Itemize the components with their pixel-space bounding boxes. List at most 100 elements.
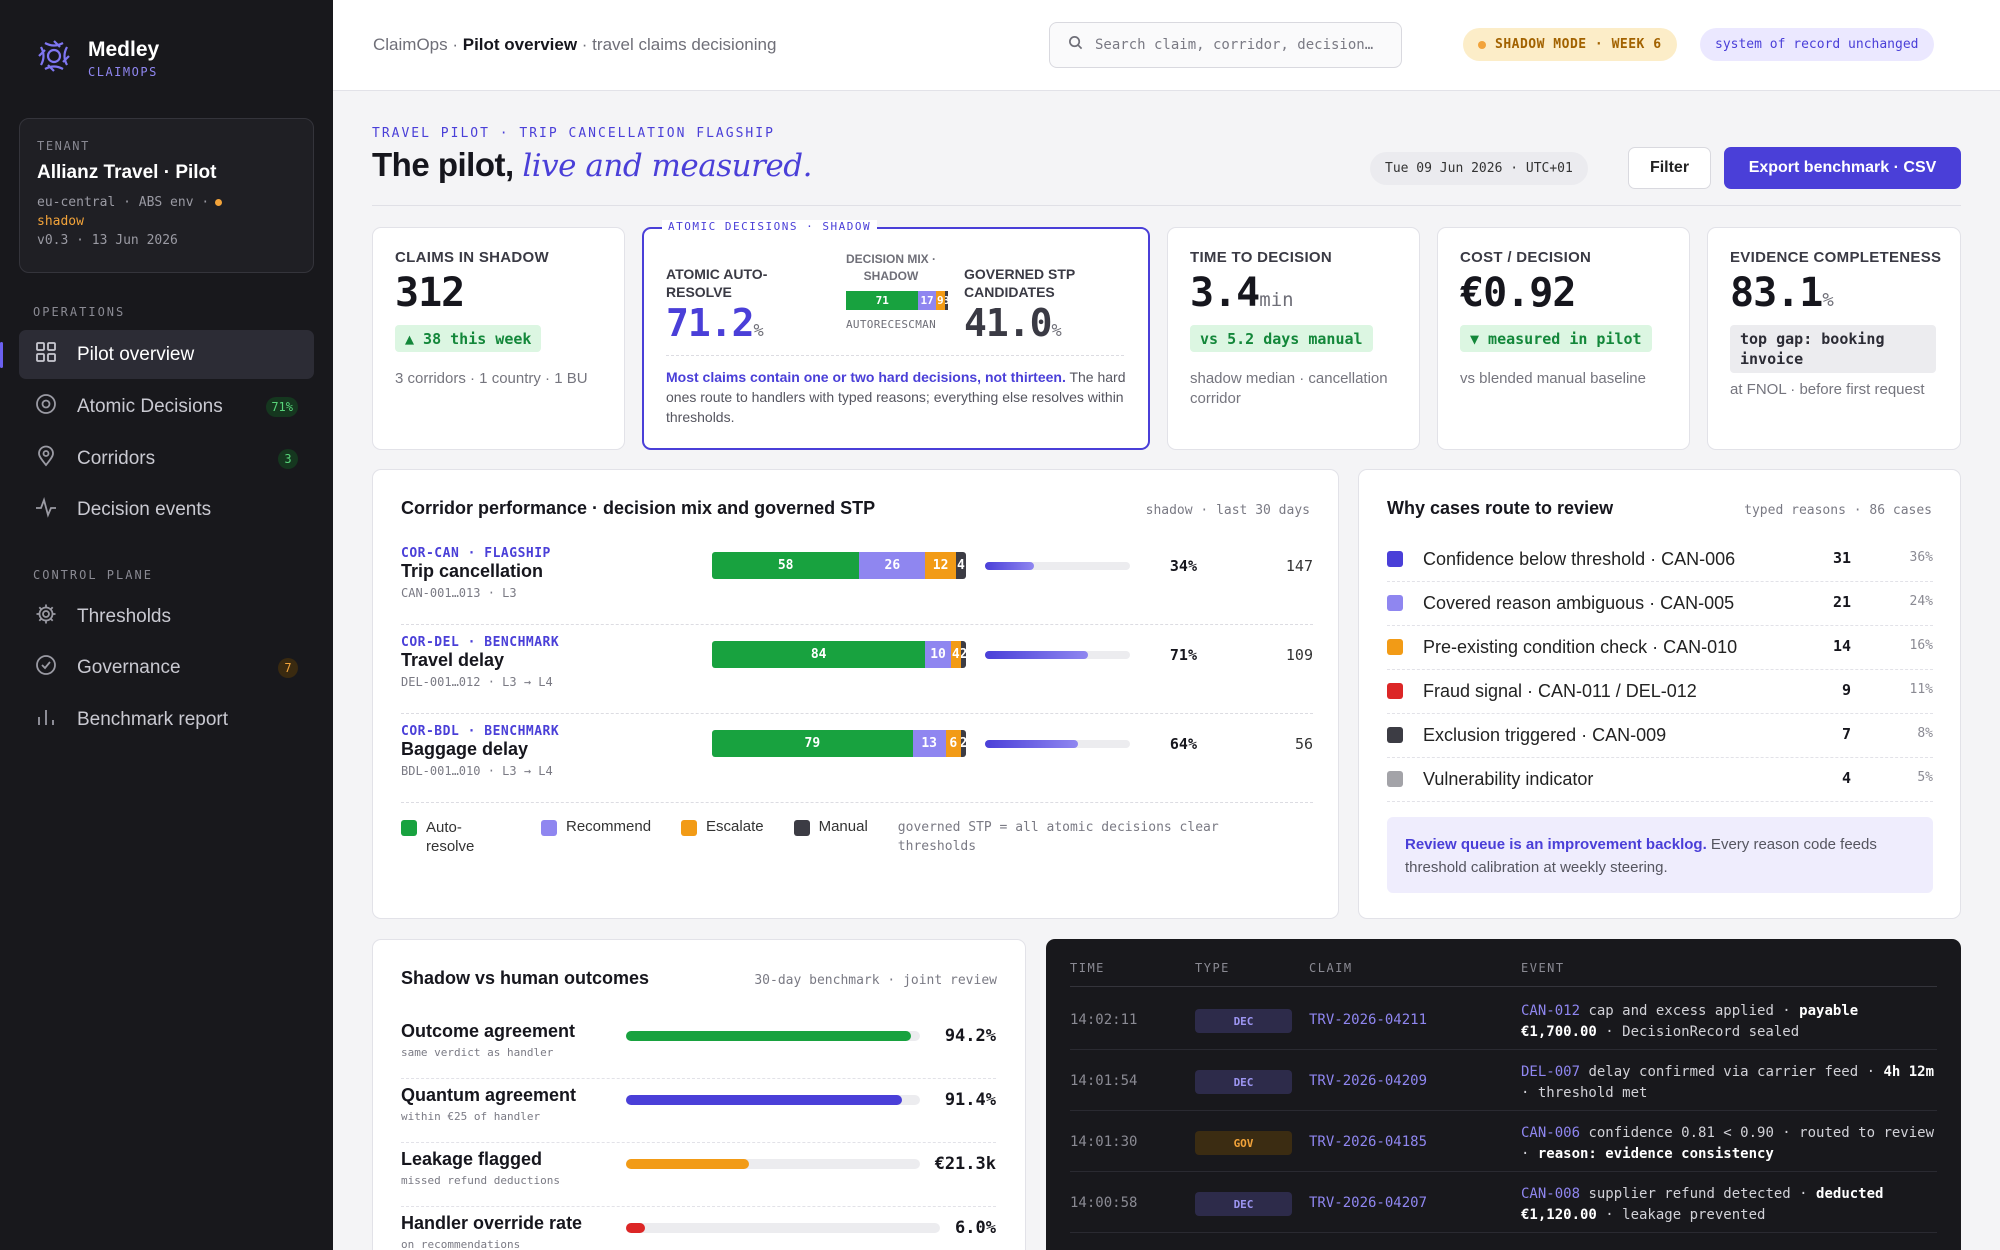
event-tail: · threshold met	[1521, 1085, 1648, 1101]
breadcrumb: ClaimOps · Pilot overview · travel claim…	[373, 35, 777, 54]
nav-governance[interactable]: Governance 7	[19, 643, 314, 692]
legend-label: Auto-resolve	[426, 819, 475, 855]
tenant-meta: eu-central · ABS env · shadow v0.3 · 13 …	[37, 193, 296, 250]
nav-label: Pilot overview	[77, 343, 195, 365]
outcome-row[interactable]: Leakage flagged missed refund deductions €…	[401, 1143, 996, 1207]
mix-segment: 12	[925, 552, 956, 579]
header-divider	[372, 205, 1961, 206]
outcome-row[interactable]: Quantum agreement within €25 of handler 91…	[401, 1079, 996, 1143]
kpi-note: vs blended manual baseline	[1460, 370, 1646, 387]
corridor-tag: COR-BDL · BENCHMARK	[401, 724, 560, 739]
reason-percent: 16%	[1909, 638, 1933, 653]
kpi-note: 3 corridors · 1 country · 1 BU	[395, 370, 588, 387]
section-title: Why cases route to review	[1387, 498, 1614, 518]
event-row[interactable]: 14:01:54 DEC TRV-2026-04209 DEL-007 delay c…	[1070, 1050, 1937, 1111]
tenant-card[interactable]: TENANT Allianz Travel · Pilot eu-central…	[19, 118, 314, 273]
review-note-bold: Review queue is an improvement backlog.	[1405, 836, 1707, 853]
reason-row[interactable]: Exclusion triggered · CAN-009 7 8%	[1387, 714, 1933, 758]
corridor-row[interactable]: COR-BDL · BENCHMARK Baggage delay BDL-001……	[401, 715, 1313, 803]
corridor-row[interactable]: COR-CAN · FLAGSHIP Trip cancellation CAN-0…	[401, 537, 1313, 625]
search-input[interactable]	[1095, 37, 1395, 53]
event-claim-link[interactable]: TRV-2026-04209	[1309, 1073, 1427, 1089]
nav-benchmark-report[interactable]: Benchmark report	[19, 695, 314, 744]
mix-segment: 2	[960, 641, 966, 668]
reason-row[interactable]: Fraud signal · CAN-011 / DEL-012 9 11%	[1387, 670, 1933, 714]
outcome-label: Handler override rate	[401, 1213, 583, 1233]
legend-swatch	[793, 820, 810, 836]
reason-row[interactable]: Confidence below threshold · CAN-006 31 36…	[1387, 538, 1933, 582]
event-time: 14:02:11	[1070, 1012, 1138, 1028]
outcome-track	[626, 1031, 920, 1041]
nav-badge: 3	[278, 449, 298, 469]
kpi-atomic-decisions[interactable]: ATOMIC DECISIONS · SHADOW ATOMIC AUTO-RE…	[642, 220, 1150, 450]
kpi-time-to-decision[interactable]: TIME TO DECISION 3.4min vs 5.2 days manu…	[1167, 227, 1420, 450]
nav-thresholds[interactable]: Thresholds	[19, 592, 314, 641]
export-benchmark-button[interactable]: Export benchmark · CSV	[1724, 147, 1961, 189]
decision-mix-bar: 58 26 12 4	[712, 552, 966, 579]
header-divider	[1070, 986, 1937, 987]
event-type-badge: DEC	[1195, 1009, 1292, 1033]
stp-value: 41.0%	[964, 301, 1062, 345]
outcome-value: 94.2%	[944, 1026, 996, 1046]
event-row[interactable]: 14:00:58 DEC TRV-2026-04207 CAN-008 supplie…	[1070, 1172, 1937, 1233]
legend-swatch	[401, 820, 417, 836]
event-claim-link[interactable]: TRV-2026-04185	[1309, 1134, 1427, 1150]
nav-pilot-overview[interactable]: Pilot overview	[0, 330, 314, 379]
nav-atomic-decisions[interactable]: Atomic Decisions 71%	[19, 382, 314, 431]
tenant-label: TENANT	[37, 139, 90, 153]
corridor-tag: COR-CAN · FLAGSHIP	[401, 546, 551, 561]
corridor-row[interactable]: COR-DEL · BENCHMARK Travel delay DEL-001…0…	[401, 626, 1313, 714]
brand[interactable]: Medley CLAIMOPS	[36, 38, 159, 79]
outcome-fill	[626, 1159, 750, 1169]
event-time: 14:01:54	[1070, 1073, 1138, 1089]
decision-mix-bar: 711793	[846, 291, 948, 310]
event-row[interactable]: 14:02:11 DEC TRV-2026-04211 CAN-012 cap and…	[1070, 989, 1937, 1050]
auto-resolve-label: ATOMIC AUTO-RESOLVE	[666, 266, 768, 300]
reason-row[interactable]: Vulnerability indicator 4 5%	[1387, 758, 1933, 802]
outcome-row[interactable]: Handler override rate on recommendations 6…	[401, 1207, 996, 1250]
claim-count: 56	[1294, 735, 1313, 753]
search-icon	[1068, 35, 1083, 55]
kpi-label: COST / DECISION	[1460, 249, 1592, 266]
event-claim-link[interactable]: TRV-2026-04211	[1309, 1012, 1427, 1028]
decision-mix-caption: AUTORECESCMAN	[846, 318, 936, 331]
event-claim-link[interactable]: TRV-2026-04207	[1309, 1195, 1427, 1211]
kpi-unit: %	[1822, 289, 1834, 311]
system-of-record-pill: system of record unchanged	[1700, 28, 1934, 61]
corridor-name: Travel delay	[401, 650, 505, 670]
search-box[interactable]	[1049, 22, 1402, 68]
mix-segment: 3	[944, 291, 948, 310]
reason-label: Confidence below threshold · CAN-006	[1423, 549, 1736, 569]
breadcrumb-tail: · travel claims decisioning	[581, 35, 777, 54]
event-detail: delay confirmed via carrier feed ·	[1580, 1064, 1884, 1080]
kpi-claims-in-shadow[interactable]: CLAIMS IN SHADOW 312 ▲ 38 this week 3 co…	[372, 227, 625, 450]
breadcrumb-root[interactable]: ClaimOps	[373, 35, 448, 54]
event-type-badge: DEC	[1195, 1070, 1292, 1094]
event-type-badge: GOV	[1195, 1131, 1292, 1155]
status-dot-icon	[215, 199, 223, 206]
section-title: Shadow vs human outcomes	[401, 968, 650, 988]
event-type-badge: DEC	[1195, 1192, 1292, 1216]
event-row[interactable]: 14:01:30 GOV TRV-2026-04185 CAN-006 confide…	[1070, 1111, 1937, 1172]
kpi-evidence-completeness[interactable]: EVIDENCE COMPLETENESS 83.1% top gap: boo…	[1707, 227, 1961, 450]
nav-corridors[interactable]: Corridors 3	[19, 434, 314, 483]
kpi-cost-per-decision[interactable]: COST / DECISION €0.92 ▼ measured in pilo…	[1437, 227, 1690, 450]
legend-manual: Manual	[793, 818, 868, 836]
tenant-status: shadow	[37, 214, 84, 229]
reason-row[interactable]: Pre-existing condition check · CAN-010 14…	[1387, 626, 1933, 670]
reason-count: 4	[1841, 769, 1851, 787]
kpi-value: €0.92	[1460, 270, 1576, 316]
reason-count: 14	[1832, 637, 1851, 655]
reason-count: 31	[1832, 549, 1851, 567]
kpi-label: CLAIMS IN SHADOW	[395, 249, 549, 266]
section-operations: OPERATIONS	[33, 305, 126, 319]
atomic-note: Most claims contain one or two hard deci…	[666, 367, 1126, 427]
nav-badge: 71%	[266, 397, 298, 417]
outcome-row[interactable]: Outcome agreement same verdict as handler…	[401, 1015, 996, 1079]
nav-label: Atomic Decisions	[77, 395, 223, 417]
nav-decision-events[interactable]: Decision events	[19, 485, 314, 534]
medley-logo-icon	[36, 38, 72, 79]
reason-row[interactable]: Covered reason ambiguous · CAN-005 21 24%	[1387, 582, 1933, 626]
filter-button[interactable]: Filter	[1628, 147, 1711, 189]
date-chip[interactable]: Tue 09 Jun 2026 · UTC+01	[1370, 152, 1588, 185]
